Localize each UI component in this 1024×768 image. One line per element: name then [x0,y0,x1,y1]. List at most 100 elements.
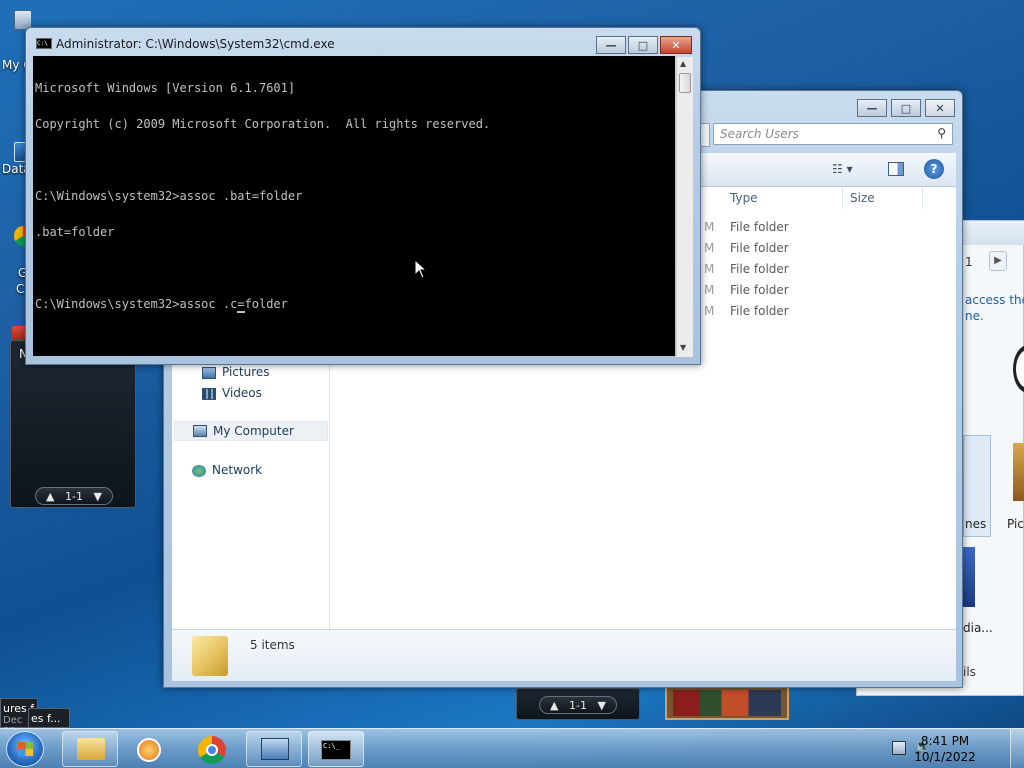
cmd-minimize-button[interactable]: — [596,36,626,54]
network-tray-icon[interactable] [892,741,906,755]
explorer-maximize-button[interactable]: □ [891,99,921,117]
search-input[interactable]: Search Users ⚲ [713,123,953,145]
column-header-divider-2[interactable] [922,187,923,209]
next-page-button[interactable]: ▶ [989,251,1007,271]
taskbar-remote-desktop[interactable] [246,731,302,767]
explorer-close-button[interactable]: ✕ [925,99,955,117]
nav-item-network[interactable]: Network [190,463,320,481]
minimize-icon: — [605,38,617,52]
start-button[interactable] [6,731,44,767]
scroll-down-icon[interactable]: ▼ [680,343,686,352]
pictures-tile[interactable] [1013,443,1024,501]
row-date-tail: M [704,304,715,318]
close-icon: ✕ [935,101,945,115]
table-row[interactable]: M File folder [692,241,942,259]
notification-2[interactable]: es f... [28,708,70,728]
explorer-folder-icon [77,738,105,760]
cmd-close-button[interactable]: ✕ [660,36,692,54]
pager-down-icon[interactable]: ▼ [598,699,606,712]
console-line: C:\Windows\system32>assoc .bat=folder [35,189,303,203]
network-icon [192,465,206,477]
maximize-icon: □ [637,38,649,52]
details-label: ils [963,665,976,679]
media-player-icon [137,738,161,762]
pager-label: 1-1 [65,489,83,503]
console-line: Copyright (c) 2009 Microsoft Corporation… [35,117,491,131]
nav-item-pictures[interactable]: Pictures [202,365,322,383]
pager-down-icon[interactable]: ▼ [94,490,102,503]
nav-item-videos[interactable]: Videos [202,386,322,404]
items-count: 5 items [250,638,295,652]
table-row[interactable]: M File folder [692,283,942,301]
access-link-2[interactable]: ne. [965,309,984,323]
chrome-center [206,744,218,756]
bottom-gadget: ▲ 1-1 ▼ [516,688,640,720]
slideshow-gadget[interactable] [665,686,789,720]
media-tile[interactable] [963,547,975,607]
page-indicator: 1 [965,255,973,269]
details-pane: 5 items [172,629,956,681]
search-icon[interactable]: ⚲ [937,126,946,140]
column-header-divider[interactable] [842,187,843,209]
pager-label: 1-1 [569,698,587,712]
console-cursor: = [237,297,245,313]
tray-clock[interactable]: 8:41 PM 10/1/2022 [910,733,980,765]
search-placeholder: Search Users [720,127,799,141]
table-row[interactable]: M File folder [692,262,942,280]
clock-icon [1013,345,1024,393]
computer-icon [193,425,207,437]
cmd-window-icon: C:\ [36,38,52,49]
nav-label-videos: Videos [222,386,262,400]
cmd-maximize-button[interactable]: □ [628,36,658,54]
games-label: nes [965,517,987,531]
console-line: .bat=folder [35,225,115,239]
row-date-tail: M [704,262,715,276]
nav-label-network: Network [212,463,263,477]
column-header-type[interactable]: Type [730,191,758,205]
view-options-icon[interactable]: ☷ ▾ [832,162,866,178]
taskbar-cmd[interactable]: C:\_ [308,731,364,767]
row-date-tail: M [704,283,715,297]
pager-up-icon[interactable]: ▲ [550,699,558,712]
preview-pane-icon[interactable] [888,162,904,176]
column-header-size[interactable]: Size [850,191,875,205]
taskbar-chrome[interactable] [184,731,240,767]
access-link-1[interactable]: access the I [965,293,1024,307]
nav-label-pictures: Pictures [222,365,270,379]
folder-icon [192,636,228,676]
row-type: File folder [730,262,789,276]
bottom-gadget-pager[interactable]: ▲ 1-1 ▼ [539,696,617,714]
media-label: dia... [963,621,993,635]
show-desktop-button[interactable] [1010,729,1024,768]
table-row[interactable]: M File folder [692,220,942,238]
console-line: Microsoft Windows [Version 6.1.7601] [35,81,296,95]
videos-icon [202,388,216,400]
mouse-pointer-icon [414,259,428,279]
nav-item-my-computer[interactable]: My Computer [174,421,328,441]
cmd-icon: C:\_ [321,740,351,760]
cmd-console[interactable]: Microsoft Windows [Version 6.1.7601] Cop… [33,56,675,356]
row-date-tail: M [704,241,715,255]
notification-2-title: es f... [31,712,61,725]
slideshow-thumb [673,690,781,716]
maximize-icon: □ [900,101,912,115]
close-icon: ✕ [671,38,681,52]
pager-up-icon[interactable]: ▲ [46,490,54,503]
row-type: File folder [730,241,789,255]
pictures-label: Pict [1007,517,1024,531]
cmd-scrollbar[interactable]: ▲ ▼ [676,57,693,357]
console-input-line: C:\Windows\system32>assoc .c=folder [35,297,673,313]
chrome-icon [198,736,226,764]
taskbar-media-player[interactable] [120,731,176,767]
taskbar-explorer[interactable] [62,731,118,767]
help-icon[interactable]: ? [924,159,944,179]
explorer-minimize-button[interactable]: — [857,99,887,117]
table-row[interactable]: M File folder [692,304,942,322]
nav-label-my-computer: My Computer [213,424,294,438]
scroll-up-icon[interactable]: ▲ [680,59,686,68]
left-gadget-pager[interactable]: ▲ 1-1 ▼ [35,487,113,505]
scroll-thumb[interactable] [679,73,691,93]
cmd-window-title: Administrator: C:\Windows\System32\cmd.e… [56,37,335,51]
